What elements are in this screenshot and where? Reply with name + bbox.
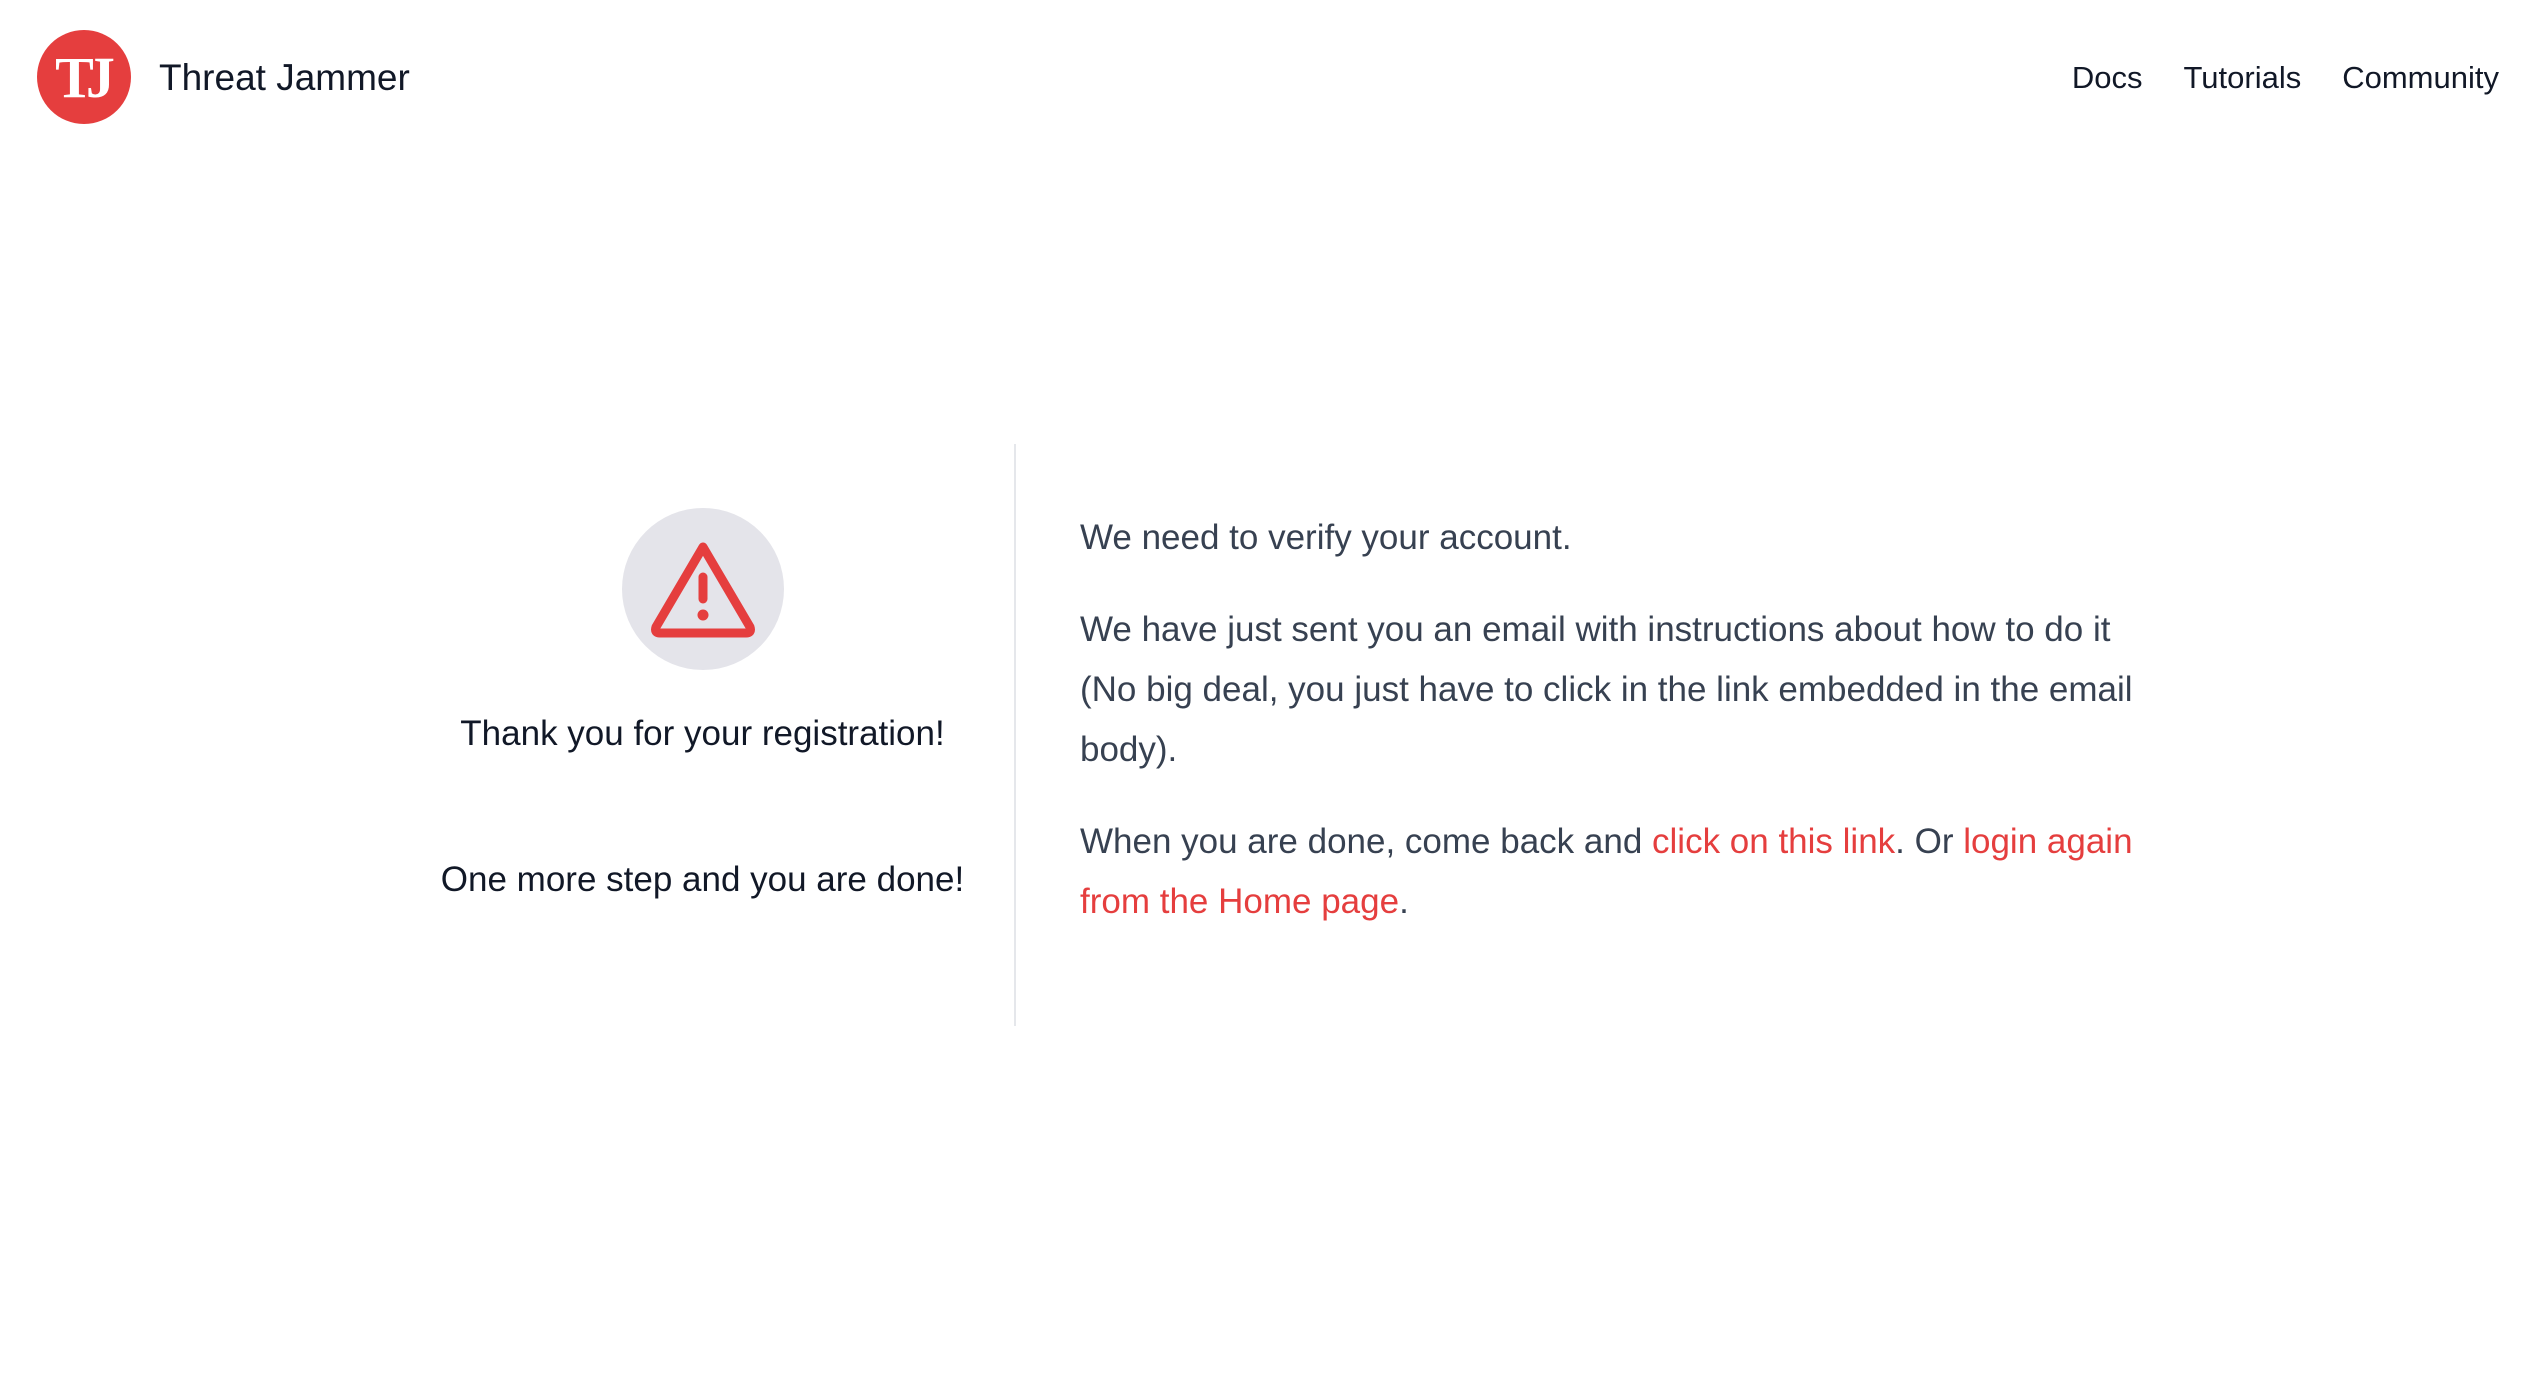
nav-link-community[interactable]: Community <box>2342 58 2499 98</box>
return-message: When you are done, come back and click o… <box>1080 812 2150 932</box>
main-nav: Docs Tutorials Community <box>2072 58 2499 98</box>
next-step-text: One more step and you are done! <box>440 860 965 899</box>
brand-name[interactable]: Threat Jammer <box>159 55 410 101</box>
or-text: . Or <box>1895 822 1964 861</box>
vertical-divider <box>1014 444 1016 1026</box>
registration-summary: Thank you for your registration! One mor… <box>430 444 975 1026</box>
thanks-heading: Thank you for your registration! <box>460 714 945 753</box>
verification-instructions: We need to verify your account. We have … <box>1080 508 2150 964</box>
verify-message: We need to verify your account. <box>1080 518 1572 557</box>
nav-link-tutorials[interactable]: Tutorials <box>2184 58 2302 98</box>
warning-icon-badge <box>622 508 784 670</box>
nav-link-docs[interactable]: Docs <box>2072 58 2143 98</box>
warning-triangle-icon <box>651 542 755 638</box>
site-header: TJ Threat Jammer Docs Tutorials Communit… <box>0 0 2548 160</box>
verify-link[interactable]: click on this link <box>1652 822 1895 861</box>
return-suffix: . <box>1399 882 1409 921</box>
email-sent-message: We have just sent you an email with inst… <box>1080 610 2133 769</box>
return-prefix: When you are done, come back and <box>1080 822 1653 861</box>
logo[interactable]: TJ <box>37 30 131 124</box>
logo-text: TJ <box>55 44 115 110</box>
